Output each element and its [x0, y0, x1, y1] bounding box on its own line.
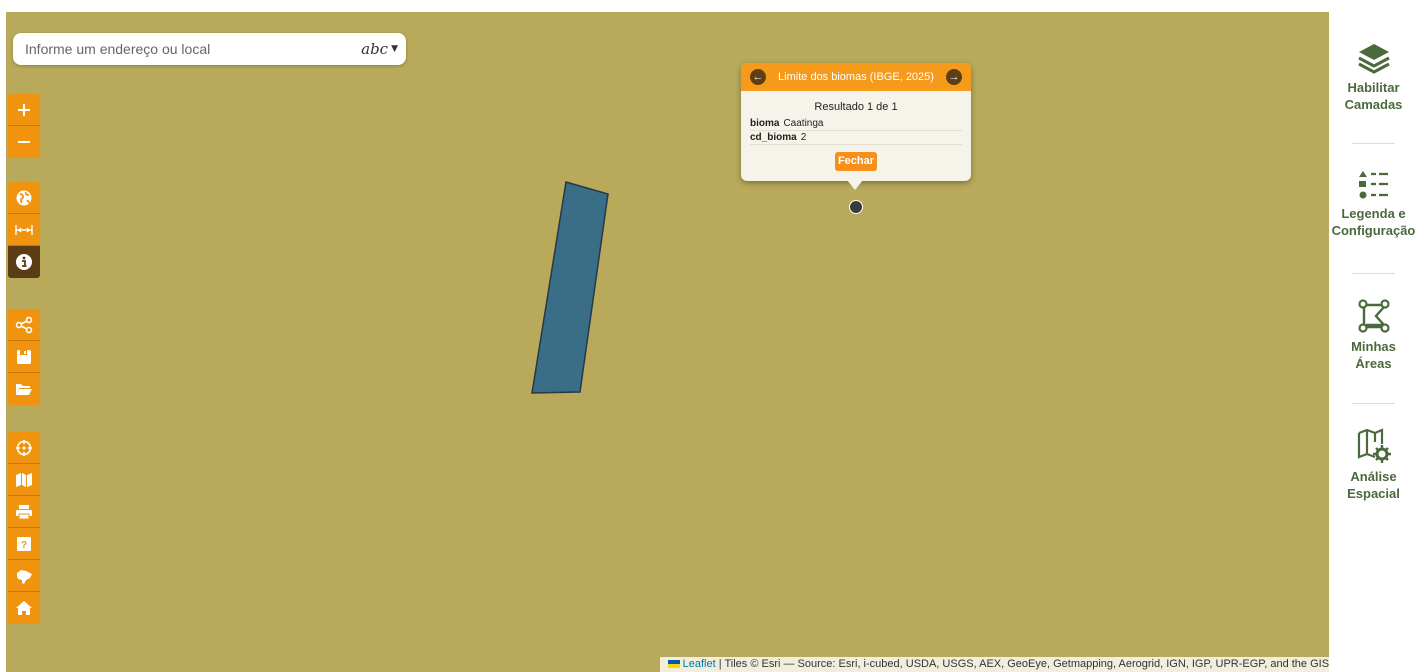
legend-list-icon: [1358, 171, 1388, 199]
plus-icon: [18, 103, 30, 116]
save-button[interactable]: [8, 341, 40, 373]
label-line: Configuração: [1331, 223, 1416, 238]
sidebar-divider: [1352, 403, 1395, 404]
help-button[interactable]: ?: [8, 528, 40, 560]
popup-close-button[interactable]: Fechar: [835, 152, 877, 171]
basemap-button[interactable]: [8, 182, 40, 214]
attribution-text: | Tiles © Esri — Source: Esri, i-cubed, …: [718, 658, 1414, 670]
utility-tools-group: ?: [8, 432, 40, 624]
folder-open-icon: [16, 384, 32, 395]
map-polygon-layer: [531, 181, 609, 394]
minus-icon: [18, 141, 30, 143]
ukraine-flag-icon: [667, 660, 680, 668]
search-mode-dropdown[interactable]: abc ▼: [361, 39, 398, 59]
label-line: Minhas: [1351, 339, 1396, 354]
brazil-map-icon: [17, 569, 32, 584]
layers-icon: [1357, 44, 1390, 74]
label-line: Áreas: [1355, 356, 1392, 371]
popup-attributes: bioma Caatinga cd_bioma 2: [750, 117, 962, 145]
sidebar-item-layers[interactable]: Habilitar Camadas: [1329, 41, 1418, 113]
file-tools-group: [8, 309, 40, 405]
ruler-icon: [15, 224, 33, 235]
search-mode-label: abc: [361, 40, 389, 58]
sidebar-item-label: Análise Espacial: [1329, 468, 1418, 502]
measure-button[interactable]: [8, 214, 40, 246]
sidebar-item-spatial-analysis[interactable]: Análise Espacial: [1329, 428, 1418, 502]
polygon-area-icon: [1357, 299, 1390, 333]
map-view-button[interactable]: [8, 464, 40, 496]
svg-text:?: ?: [21, 540, 27, 551]
map-canvas[interactable]: abc ▼: [6, 12, 1329, 672]
label-line: Camadas: [1344, 97, 1403, 112]
popup-attribute-row: cd_bioma 2: [750, 131, 962, 145]
right-sidebar: Habilitar Camadas Legenda e Configuração…: [1329, 0, 1418, 672]
map-marker-icon[interactable]: [849, 200, 863, 214]
sidebar-item-label: Habilitar Camadas: [1329, 79, 1418, 113]
attribute-key: cd_bioma: [750, 132, 797, 143]
sidebar-item-label: Minhas Áreas: [1329, 338, 1418, 372]
zoom-out-button[interactable]: [8, 126, 40, 158]
feature-info-popup: ← Limite dos biomas (IBGE, 2025) → Resul…: [741, 63, 971, 190]
popup-tip: [847, 180, 863, 190]
sidebar-item-label: Legenda e Configuração: [1329, 205, 1418, 239]
sidebar-item-my-areas[interactable]: Minhas Áreas: [1329, 298, 1418, 372]
zoom-in-button[interactable]: [8, 94, 40, 126]
sidebar-divider: [1352, 143, 1395, 144]
locate-button[interactable]: [8, 432, 40, 464]
share-icon: [15, 316, 33, 333]
popup-prev-button[interactable]: ←: [750, 69, 766, 85]
popup-result-count: Resultado 1 de 1: [814, 101, 898, 113]
brazil-extent-button[interactable]: [8, 560, 40, 592]
attribute-value: Caatinga: [783, 118, 824, 129]
label-line: Análise: [1350, 469, 1397, 484]
open-file-button[interactable]: [8, 373, 40, 405]
help-icon: ?: [17, 536, 31, 551]
map-attribution: Leaflet | Tiles © Esri — Source: Esri, i…: [659, 657, 1418, 672]
leaflet-link[interactable]: Leaflet: [683, 658, 716, 670]
map-gear-icon: [1357, 428, 1391, 463]
sidebar-item-legend[interactable]: Legenda e Configuração: [1329, 167, 1418, 239]
sidebar-divider: [1352, 273, 1395, 274]
home-icon: [16, 601, 32, 615]
crosshair-icon: [16, 439, 32, 456]
attribute-value: 2: [800, 132, 807, 143]
popup-header: ← Limite dos biomas (IBGE, 2025) →: [741, 63, 971, 91]
map-tools-group: [8, 182, 40, 278]
popup-attribute-row: bioma Caatinga: [750, 117, 962, 131]
identify-button[interactable]: [8, 246, 40, 278]
address-search: abc ▼: [13, 33, 406, 65]
selected-polygon[interactable]: [531, 181, 609, 394]
print-button[interactable]: [8, 496, 40, 528]
label-line: Legenda e: [1341, 206, 1406, 221]
map-icon: [16, 472, 32, 487]
globe-icon: [16, 190, 32, 205]
label-line: Espacial: [1347, 486, 1400, 501]
popup-title: Limite dos biomas (IBGE, 2025): [778, 71, 934, 83]
attribute-key: bioma: [750, 118, 780, 129]
home-button[interactable]: [8, 592, 40, 624]
print-icon: [16, 504, 32, 519]
zoom-control: [8, 94, 40, 158]
popup-next-button[interactable]: →: [946, 69, 962, 85]
label-line: Habilitar: [1347, 80, 1400, 95]
chevron-down-icon: ▼: [391, 44, 398, 54]
share-button[interactable]: [8, 309, 40, 341]
save-icon: [17, 349, 31, 364]
search-input[interactable]: [13, 33, 355, 65]
info-icon: [16, 254, 32, 270]
